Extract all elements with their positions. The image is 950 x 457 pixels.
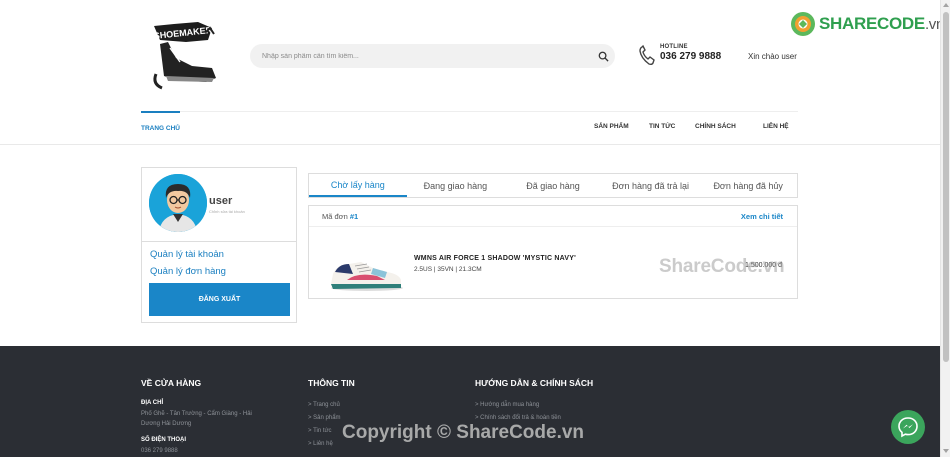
search-button[interactable]	[591, 44, 615, 68]
sharecode-logo-icon	[791, 12, 815, 36]
nav-policy[interactable]: CHÍNH SÁCH	[695, 123, 736, 130]
scroll-up-arrow[interactable]	[943, 3, 949, 7]
nav-home[interactable]: TRANG CHỦ	[141, 111, 180, 132]
footer-link-contact[interactable]: > Liên hệ	[308, 441, 333, 447]
scrollbar-thumb[interactable]	[943, 12, 949, 362]
footer-link-home[interactable]: > Trang chủ	[308, 402, 340, 408]
search-bar[interactable]	[250, 44, 615, 68]
logout-button[interactable]: ĐĂNG XUẤT	[149, 283, 290, 316]
product-image[interactable]	[327, 250, 405, 294]
hotline-label: HOTLINE	[660, 44, 688, 50]
hotline-number[interactable]: 036 279 9888	[660, 51, 721, 62]
order-divider	[309, 226, 797, 227]
search-input[interactable]	[250, 44, 591, 68]
footer-address-line2: Dương Hải Dương	[141, 421, 192, 427]
profile-card: user Chỉnh sửa tài khoản Quản lý tài kho…	[141, 167, 297, 323]
nav-divider	[141, 111, 798, 112]
user-greeting[interactable]: Xin chào user	[748, 52, 797, 61]
search-icon	[598, 51, 609, 62]
tab-delivered[interactable]: Đã giao hàng	[504, 174, 602, 197]
nav-products[interactable]: SẢN PHẨM	[594, 123, 629, 130]
order-heading: Mã đơn #1	[322, 212, 358, 221]
card-divider	[142, 241, 296, 242]
manage-orders-link[interactable]: Quản lý đơn hàng	[150, 266, 226, 277]
tab-shipping[interactable]: Đang giao hàng	[407, 174, 505, 197]
profile-edit-link[interactable]: Chỉnh sửa tài khoản	[209, 209, 245, 214]
header-divider	[0, 144, 940, 145]
shoemaker-logo[interactable]: SHOEMAKER	[146, 18, 222, 94]
footer-address-label: ĐỊA CHỈ	[141, 400, 164, 406]
footer-info-title: THÔNG TIN	[308, 378, 355, 388]
footer-link-return-policy[interactable]: > Chính sách đổi trả & hoàn tiền	[475, 415, 561, 421]
order-status-tabs: Chờ lấy hàng Đang giao hàng Đã giao hàng…	[308, 173, 798, 198]
footer-phone: 036 279 9888	[141, 448, 178, 454]
order-label: Mã đơn	[322, 212, 348, 221]
watermark-middle: ShareCode.vn	[659, 256, 785, 277]
order-card: Mã đơn #1 Xem chi tiết WMNS AIR FORCE 1 …	[308, 205, 798, 299]
profile-username: user	[209, 195, 233, 207]
order-detail-link[interactable]: Xem chi tiết	[741, 212, 783, 221]
product-spec: 2.5US | 35VN | 21.3CM	[414, 266, 482, 273]
footer-link-products[interactable]: > Sản phẩm	[308, 415, 341, 421]
order-id: #1	[349, 212, 359, 221]
sharecode-brand: SHARECODE	[819, 14, 925, 33]
footer-phone-label: SỐ ĐIỆN THOẠI	[141, 437, 187, 443]
tab-returned[interactable]: Đơn hàng đã trả lại	[602, 174, 700, 197]
avatar	[149, 174, 207, 232]
scroll-down-arrow[interactable]	[943, 449, 949, 453]
tab-waiting-pickup[interactable]: Chờ lấy hàng	[309, 174, 407, 197]
manage-account-link[interactable]: Quản lý tài khoản	[150, 249, 224, 260]
product-name[interactable]: WMNS AIR FORCE 1 SHADOW 'MYSTIC NAVY'	[414, 255, 576, 262]
footer-policy-title: HƯỚNG DẪN & CHÍNH SÁCH	[475, 378, 594, 388]
nav-news[interactable]: TIN TỨC	[649, 123, 675, 130]
messenger-chat-button[interactable]	[891, 410, 925, 444]
sharecode-logo: SHARECODE.vn	[790, 11, 944, 37]
watermark-copyright: Copyright © ShareCode.vn	[342, 422, 585, 443]
footer-address-line1: Phố Ghẽ - Tân Trường - Cẩm Giàng - Hải	[141, 411, 252, 417]
avatar-illustration	[149, 174, 207, 232]
messenger-icon	[898, 417, 918, 438]
phone-icon	[639, 44, 655, 66]
nav-contact[interactable]: LIÊN HỆ	[763, 123, 789, 130]
footer-link-guide[interactable]: > Hướng dẫn mua hàng	[475, 402, 539, 408]
page-scrollbar[interactable]	[940, 0, 950, 457]
tab-cancelled[interactable]: Đơn hàng đã hủy	[699, 174, 797, 197]
footer-store-title: VỀ CỬA HÀNG	[141, 378, 202, 388]
page: SHOEMAKER HOTLINE 036 279 9888 Xin chào …	[0, 0, 950, 457]
footer-link-news[interactable]: > Tin tức	[308, 428, 332, 434]
hotline: HOTLINE 036 279 9888	[638, 44, 721, 66]
